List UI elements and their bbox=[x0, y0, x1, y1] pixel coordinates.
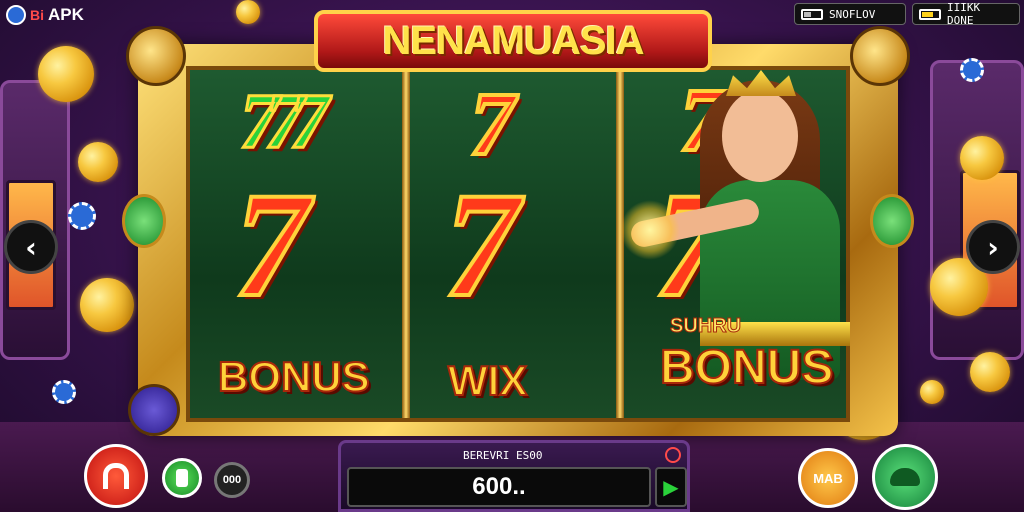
seven-symbol: 7 bbox=[468, 75, 517, 174]
turtle-icon bbox=[890, 468, 920, 486]
chip-icon bbox=[960, 58, 984, 82]
status-right-text: IIIKK DONE bbox=[946, 1, 981, 27]
coin-icon bbox=[80, 278, 134, 332]
logo-badge-icon bbox=[6, 5, 26, 25]
seven-symbol: 7 bbox=[442, 162, 521, 328]
bonus-sublabel: SUHRU bbox=[669, 315, 742, 337]
bet-coins-button[interactable] bbox=[162, 458, 202, 498]
chevron-right-icon: › bbox=[987, 230, 999, 264]
max-bet-button[interactable]: MAB bbox=[798, 448, 858, 508]
auto-spin-button[interactable]: 000 bbox=[214, 462, 250, 498]
bet-value: 600.. bbox=[472, 473, 526, 500]
coin-icon bbox=[920, 380, 944, 404]
game-title: NENAMUASIA bbox=[314, 10, 712, 72]
status-indicator-left: SNOFLOV bbox=[794, 3, 906, 25]
prev-arrow-button[interactable]: ‹ bbox=[4, 220, 58, 274]
status-left-text: SNOFLOV bbox=[829, 7, 876, 21]
home-button[interactable] bbox=[84, 444, 148, 508]
triple-seven-symbol: 777 bbox=[239, 77, 331, 164]
app-logo: Bi APK bbox=[6, 4, 84, 26]
status-indicator-right: IIIKK DONE bbox=[912, 1, 1020, 27]
reel-divider bbox=[402, 70, 410, 418]
sun-face-icon bbox=[126, 26, 186, 86]
chip-icon bbox=[68, 202, 96, 230]
chip-icon bbox=[52, 380, 76, 404]
coin-stack-icon bbox=[176, 469, 188, 487]
coin-icon bbox=[38, 46, 94, 102]
battery-icon bbox=[919, 8, 941, 20]
next-arrow-button[interactable]: › bbox=[966, 220, 1020, 274]
spin-button[interactable] bbox=[872, 444, 938, 510]
coin-icon bbox=[970, 352, 1010, 392]
bonus-symbol: BONUS bbox=[217, 353, 371, 400]
seven-symbol: 7 bbox=[232, 162, 311, 328]
info-icon[interactable] bbox=[665, 447, 681, 463]
coin-icon bbox=[960, 136, 1004, 180]
bet-increase-button[interactable]: ▶ bbox=[655, 467, 687, 507]
wild-symbol: WIX bbox=[447, 357, 528, 404]
bonus-symbol: BONUS bbox=[659, 341, 834, 394]
gem-medallion-icon bbox=[128, 384, 180, 436]
logo-prefix: Bi bbox=[30, 7, 44, 23]
home-icon bbox=[103, 463, 129, 489]
bet-value-display[interactable]: 600.. bbox=[347, 467, 651, 507]
max-bet-label: MAB bbox=[813, 470, 843, 486]
coin-icon bbox=[78, 142, 118, 182]
chevron-left-icon: ‹ bbox=[25, 230, 37, 264]
emerald-ornament-icon bbox=[122, 194, 166, 248]
crown-icon bbox=[726, 70, 796, 96]
bet-panel: BEREVRI ES00 600.. ▶ bbox=[338, 440, 690, 512]
bet-title: BEREVRI ES00 bbox=[463, 449, 543, 462]
coin-icon bbox=[236, 0, 260, 24]
battery-icon bbox=[801, 8, 823, 20]
logo-text: APK bbox=[48, 5, 84, 24]
play-icon: ▶ bbox=[663, 475, 679, 499]
auto-spin-label: 000 bbox=[222, 474, 242, 486]
